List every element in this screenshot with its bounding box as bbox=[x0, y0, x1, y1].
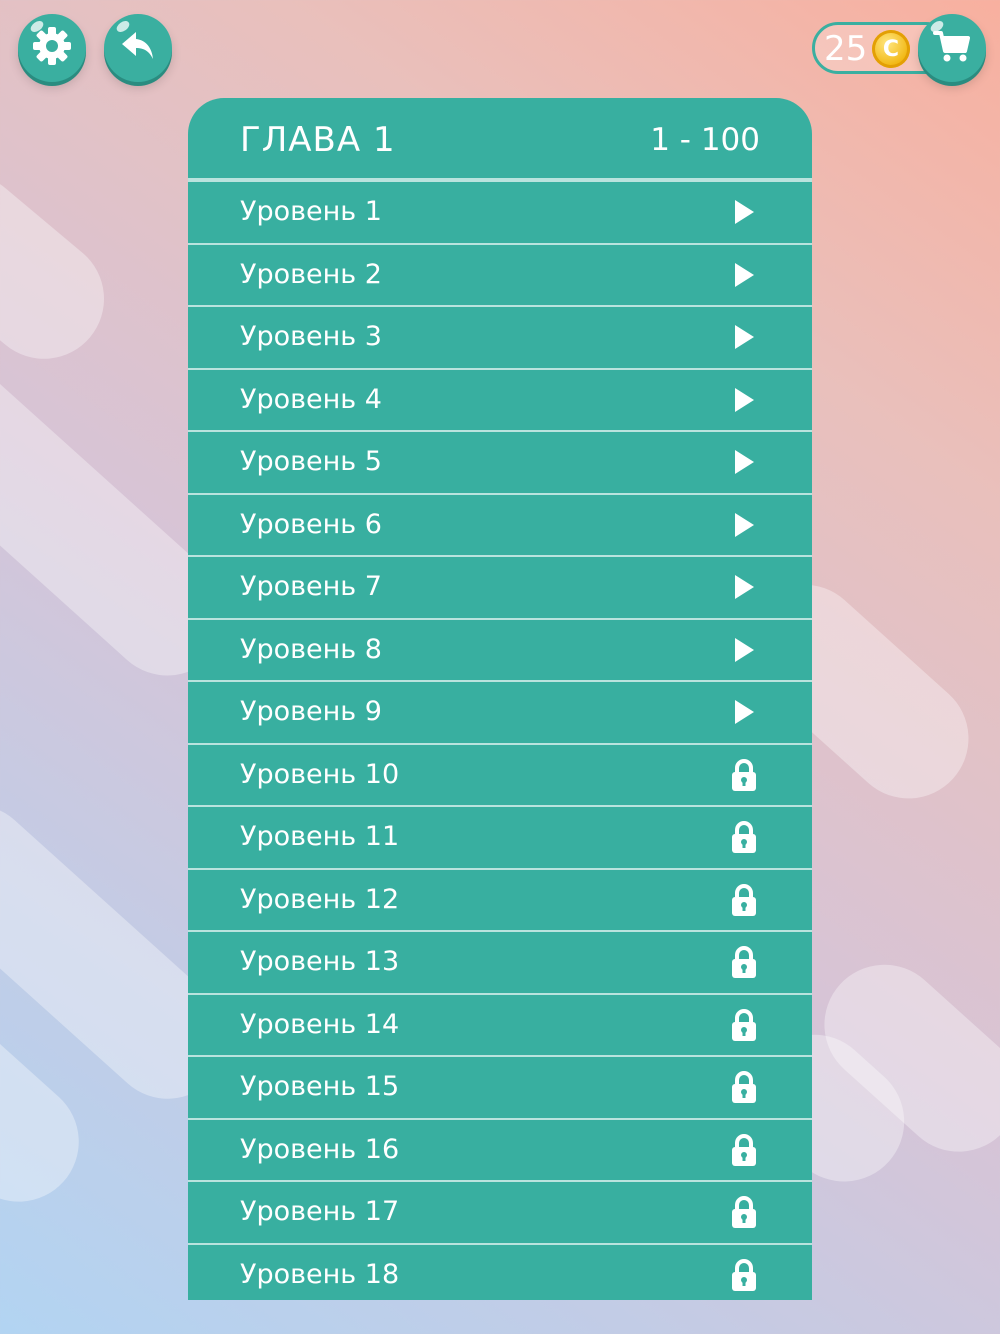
level-row: Уровень 11 bbox=[188, 807, 812, 870]
level-row: Уровень 15 bbox=[188, 1057, 812, 1120]
level-label: Уровень 15 bbox=[240, 1071, 400, 1102]
level-label: Уровень 16 bbox=[240, 1133, 400, 1165]
level-row[interactable]: Уровень 2 bbox=[188, 245, 812, 307]
level-row[interactable]: Уровень 5 bbox=[188, 432, 812, 495]
level-label: Уровень 8 bbox=[240, 633, 382, 665]
play-icon bbox=[728, 383, 760, 417]
back-arrow-icon bbox=[118, 26, 158, 70]
play-icon bbox=[728, 570, 760, 604]
lock-icon bbox=[728, 1195, 760, 1229]
lock-icon bbox=[728, 820, 760, 854]
lock-icon bbox=[728, 758, 760, 792]
level-row: Уровень 10 bbox=[188, 745, 812, 807]
chapter-title: ГЛАВА 1 bbox=[240, 120, 396, 160]
level-row[interactable]: Уровень 7 bbox=[188, 557, 812, 620]
level-label: Уровень 14 bbox=[240, 1008, 400, 1040]
gear-icon bbox=[31, 25, 73, 71]
level-row[interactable]: Уровень 1 bbox=[188, 182, 812, 245]
coin-count: 25 bbox=[824, 29, 868, 69]
level-label: Уровень 9 bbox=[240, 696, 382, 727]
level-label: Уровень 1 bbox=[240, 196, 382, 227]
level-row[interactable]: Уровень 6 bbox=[188, 495, 812, 557]
level-list: Уровень 1 Уровень 2 Уровень 3 Уровень 4 Уров… bbox=[188, 182, 812, 1300]
shop-button[interactable] bbox=[918, 14, 986, 82]
level-label: Уровень 4 bbox=[240, 383, 382, 415]
level-row: Уровень 17 bbox=[188, 1182, 812, 1245]
coin-icon: C bbox=[872, 30, 910, 68]
back-button[interactable] bbox=[104, 14, 172, 82]
cart-icon bbox=[932, 26, 972, 70]
play-icon bbox=[728, 195, 760, 229]
settings-button[interactable] bbox=[18, 14, 86, 82]
level-label: Уровень 7 bbox=[240, 571, 382, 602]
level-label: Уровень 10 bbox=[240, 758, 400, 790]
chapter-range: 1 - 100 bbox=[650, 122, 760, 158]
play-icon bbox=[728, 445, 760, 479]
level-row: Уровень 18 bbox=[188, 1245, 812, 1301]
play-icon bbox=[728, 508, 760, 542]
lock-icon bbox=[728, 1133, 760, 1167]
level-row[interactable]: Уровень 8 bbox=[188, 620, 812, 682]
play-icon bbox=[728, 320, 760, 354]
chapter-header: ГЛАВА 1 1 - 100 bbox=[188, 98, 812, 182]
lock-icon bbox=[728, 1258, 760, 1292]
lock-icon bbox=[728, 1070, 760, 1104]
level-label: Уровень 6 bbox=[240, 508, 382, 540]
level-label: Уровень 17 bbox=[240, 1196, 400, 1227]
level-label: Уровень 11 bbox=[240, 821, 400, 852]
lock-icon bbox=[728, 883, 760, 917]
chapter-panel: ГЛАВА 1 1 - 100 Уровень 1 Уровень 2 Уровен… bbox=[188, 98, 812, 1300]
coin-symbol: C bbox=[882, 36, 900, 62]
level-label: Уровень 2 bbox=[240, 258, 382, 290]
level-row: Уровень 12 bbox=[188, 870, 812, 932]
level-row: Уровень 13 bbox=[188, 932, 812, 995]
background-stripe bbox=[0, 150, 129, 384]
level-label: Уровень 3 bbox=[240, 321, 382, 352]
level-row[interactable]: Уровень 3 bbox=[188, 307, 812, 370]
level-row: Уровень 14 bbox=[188, 995, 812, 1057]
level-label: Уровень 18 bbox=[240, 1258, 400, 1290]
level-label: Уровень 13 bbox=[240, 946, 400, 977]
level-row[interactable]: Уровень 9 bbox=[188, 682, 812, 745]
level-label: Уровень 12 bbox=[240, 883, 400, 915]
play-icon bbox=[728, 633, 760, 667]
level-row: Уровень 16 bbox=[188, 1120, 812, 1182]
play-icon bbox=[728, 695, 760, 729]
lock-icon bbox=[728, 945, 760, 979]
lock-icon bbox=[728, 1008, 760, 1042]
level-row[interactable]: Уровень 4 bbox=[188, 370, 812, 432]
play-icon bbox=[728, 258, 760, 292]
level-label: Уровень 5 bbox=[240, 446, 382, 477]
